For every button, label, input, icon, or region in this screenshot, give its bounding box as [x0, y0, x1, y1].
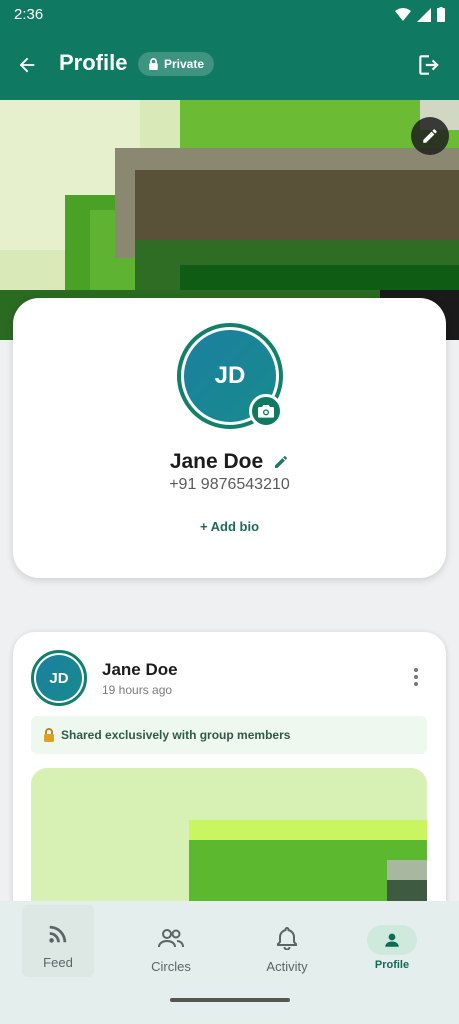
logout-icon: [419, 55, 439, 75]
edit-cover-button[interactable]: [411, 117, 449, 155]
nav-circles[interactable]: Circles: [131, 905, 211, 985]
profile-phone: +91 9876543210: [169, 476, 290, 493]
add-bio-button[interactable]: + Add bio: [13, 519, 446, 534]
status-icons: [395, 7, 445, 22]
name-row: Jane Doe: [13, 450, 446, 474]
nav-profile-label: Profile: [374, 959, 410, 971]
person-icon: [385, 933, 399, 947]
rss-feed-icon: [49, 925, 67, 943]
privacy-badge-label: Private: [164, 57, 205, 71]
nav-activity[interactable]: Activity: [247, 905, 327, 985]
home-indicator[interactable]: [170, 998, 290, 1002]
nav-feed[interactable]: Feed: [18, 901, 98, 981]
change-photo-button[interactable]: [249, 394, 283, 428]
edit-name-icon[interactable]: [273, 454, 289, 470]
status-bar: 2:36: [0, 0, 459, 30]
signal-icon: [417, 7, 431, 22]
arrow-back-icon: [19, 57, 35, 73]
profile-card: JD Jane Doe +91 9876543210 + Add bio: [13, 298, 446, 578]
visibility-text: Shared exclusively with group members: [61, 728, 291, 742]
battery-icon: [437, 7, 445, 22]
status-time: 2:36: [14, 6, 44, 23]
wifi-icon: [395, 7, 411, 21]
active-indicator: [367, 925, 417, 955]
post-author-avatar[interactable]: JD: [31, 650, 87, 706]
app-bar: Profile Private: [0, 30, 459, 100]
profile-name: Jane Doe: [169, 450, 264, 473]
nav-feed-label: Feed: [43, 955, 73, 970]
privacy-badge: Private: [138, 52, 215, 76]
logout-button[interactable]: [413, 49, 445, 81]
nav-circles-label: Circles: [151, 959, 191, 974]
visibility-banner: Shared exclusively with group members: [31, 716, 427, 754]
bottom-navigation: Feed Circles Activity Profile: [0, 901, 459, 1024]
camera-icon: [258, 405, 274, 418]
post-card: JD Jane Doe 19 hours ago Shared exclusiv…: [13, 632, 446, 932]
bell-icon: [277, 926, 297, 950]
post-avatar-initials: JD: [36, 655, 82, 701]
nav-profile[interactable]: Profile: [352, 905, 432, 985]
back-button[interactable]: [12, 50, 42, 80]
post-timestamp: 19 hours ago: [102, 683, 173, 697]
pencil-icon: [423, 129, 437, 143]
page-title: Profile: [59, 50, 128, 75]
lock-icon: [149, 58, 158, 70]
lock-icon: [44, 728, 54, 742]
post-more-icon[interactable]: [408, 668, 424, 688]
nav-activity-label: Activity: [266, 959, 308, 974]
post-author-name[interactable]: Jane Doe: [102, 660, 178, 680]
group-icon: [158, 929, 184, 948]
